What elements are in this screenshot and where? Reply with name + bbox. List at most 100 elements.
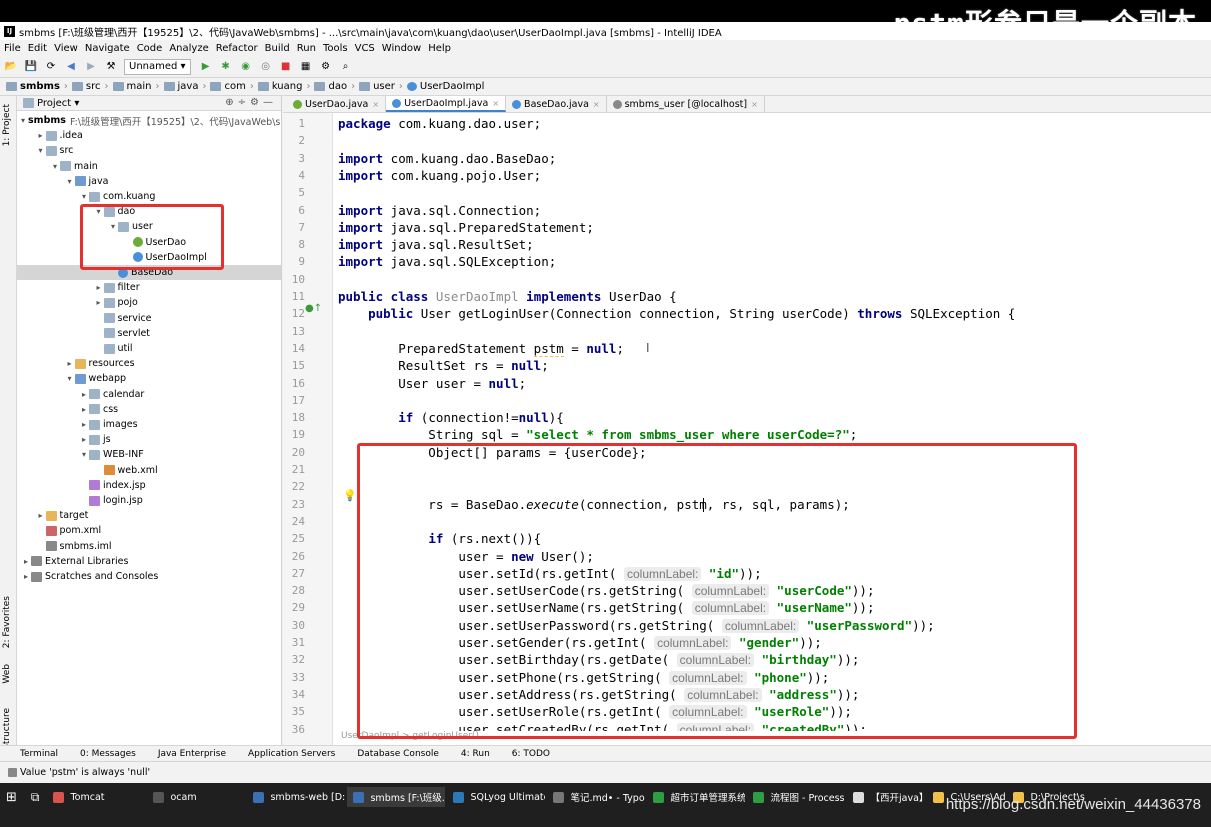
menu-item-file[interactable]: File [4, 43, 21, 54]
run-config-select[interactable]: Unnamed ▾ [124, 58, 191, 75]
code-line[interactable]: import java.sql.ResultSet; [338, 236, 534, 253]
breadcrumb-item[interactable]: user › [359, 81, 403, 92]
close-icon[interactable]: × [593, 100, 600, 109]
close-icon[interactable]: × [751, 100, 758, 109]
expand-arrow-icon[interactable]: ▸ [79, 390, 89, 399]
code-line[interactable]: import com.kuang.pojo.User; [338, 167, 541, 184]
tree-item-smbms-iml[interactable]: smbms.iml [17, 539, 281, 554]
tool-window-database-console[interactable]: Database Console [357, 749, 439, 759]
code-line[interactable]: import java.sql.SQLException; [338, 253, 556, 270]
editor-tab[interactable]: smbms_user [@localhost] × [607, 96, 765, 112]
profile-icon[interactable]: ◎ [259, 60, 273, 74]
expand-arrow-icon[interactable]: ▾ [79, 450, 89, 459]
save-icon[interactable]: 💾 [24, 60, 38, 74]
tool-window-project[interactable]: 1: Project [2, 104, 12, 146]
tree-item-web-xml[interactable]: web.xml [17, 463, 281, 478]
taskbar-item[interactable]: smbms [F:\班级... [347, 787, 446, 807]
taskbar-item[interactable]: 流程图 - Process... [747, 787, 845, 807]
editor-tab[interactable]: UserDao.java × [287, 96, 387, 112]
project-panel-title[interactable]: Project [37, 98, 71, 109]
tree-item-src[interactable]: ▾ src [17, 143, 281, 158]
code-line[interactable]: public class UserDaoImpl implements User… [338, 288, 677, 305]
code-line[interactable]: ResultSet rs = null; [338, 357, 549, 374]
breadcrumb-item[interactable]: src › [71, 81, 109, 92]
taskbar-item[interactable]: 【西开java】 19525 [847, 787, 925, 807]
expand-arrow-icon[interactable]: ▸ [79, 420, 89, 429]
tool-window-terminal[interactable]: Terminal [20, 749, 58, 759]
tool-window-0-messages[interactable]: 0: Messages [80, 749, 136, 759]
menu-item-refactor[interactable]: Refactor [216, 43, 258, 54]
breadcrumb-item[interactable]: kuang › [257, 81, 310, 92]
tree-item-webapp[interactable]: ▾ webapp [17, 371, 281, 386]
stop-icon[interactable]: ■ [279, 60, 293, 74]
menu-item-vcs[interactable]: VCS [355, 43, 375, 54]
menu-item-view[interactable]: View [54, 43, 78, 54]
expand-arrow-icon[interactable]: ▸ [94, 283, 104, 292]
code-line[interactable]: if (connection!=null){ [338, 409, 564, 426]
breadcrumb-item[interactable]: main › [112, 81, 160, 92]
expand-arrow-icon[interactable]: ▾ [50, 162, 60, 171]
code-line[interactable]: User user = null; [338, 375, 526, 392]
tree-item-index-jsp[interactable]: index.jsp [17, 478, 281, 493]
open-icon[interactable]: 📂 [4, 60, 18, 74]
taskbar-item[interactable]: ocam [147, 787, 245, 807]
expand-arrow-icon[interactable]: ▾ [21, 116, 25, 125]
taskbar-item[interactable]: 超市订单管理系统... [647, 787, 745, 807]
tree-item-service[interactable]: service [17, 311, 281, 326]
code-line[interactable]: String sql = "select * from smbms_user w… [338, 426, 857, 443]
tree-item-js[interactable]: ▸ js [17, 432, 281, 447]
code-line[interactable]: package com.kuang.dao.user; [338, 115, 541, 132]
menu-item-navigate[interactable]: Navigate [85, 43, 130, 54]
back-icon[interactable]: ◀ [64, 60, 78, 74]
menu-item-code[interactable]: Code [137, 43, 163, 54]
expand-arrow-icon[interactable]: ▸ [65, 359, 75, 368]
taskbar-item[interactable]: Tomcat [47, 787, 145, 807]
code-line[interactable]: import java.sql.PreparedStatement; [338, 219, 594, 236]
code-line[interactable]: import java.sql.Connection; [338, 202, 541, 219]
tree-item-java[interactable]: ▾ java [17, 174, 281, 189]
implements-marker-icon[interactable]: ●↑ [305, 303, 322, 314]
tree-item-resources[interactable]: ▸ resources [17, 356, 281, 371]
tree-item-calendar[interactable]: ▸ calendar [17, 387, 281, 402]
expand-arrow-icon[interactable]: ▸ [21, 572, 31, 581]
editor-tab[interactable]: UserDaoImpl.java × [386, 96, 507, 112]
breadcrumb-item[interactable]: smbms › [6, 81, 68, 92]
taskbar-item[interactable]: smbms-web [D:\... [247, 787, 345, 807]
tree-item--idea[interactable]: ▸ .idea [17, 128, 281, 143]
tree-item-pojo[interactable]: ▸ pojo [17, 295, 281, 310]
tool-window-application-servers[interactable]: Application Servers [248, 749, 335, 759]
tree-item-css[interactable]: ▸ css [17, 402, 281, 417]
search-icon[interactable]: ⌕ [339, 60, 353, 74]
tree-item-web-inf[interactable]: ▾ WEB-INF [17, 447, 281, 462]
code-line[interactable]: import com.kuang.dao.BaseDao; [338, 150, 556, 167]
expand-arrow-icon[interactable]: ▾ [65, 374, 75, 383]
tree-item-main[interactable]: ▾ main [17, 159, 281, 174]
breadcrumb-item[interactable]: com › [210, 81, 254, 92]
menu-item-help[interactable]: Help [428, 43, 451, 54]
panel-actions-icon[interactable]: ⊕÷⚙— [225, 97, 277, 108]
tool-window-6-todo[interactable]: 6: TODO [512, 749, 550, 759]
task-view-icon[interactable]: ⧉ [25, 787, 46, 807]
build-icon[interactable]: ⚒ [104, 60, 118, 74]
menu-item-build[interactable]: Build [265, 43, 290, 54]
tree-item-smbms[interactable]: ▾ smbms F:\班级管理\西开【19525】\2、代码\JavaWeb\sm [17, 113, 281, 128]
run-icon[interactable]: ▶ [199, 60, 213, 74]
expand-arrow-icon[interactable]: ▸ [79, 405, 89, 414]
taskbar-item[interactable]: 笔记.md• - Typora [547, 787, 645, 807]
close-icon[interactable]: × [492, 99, 499, 108]
tree-item-com-kuang[interactable]: ▾ com.kuang [17, 189, 281, 204]
taskbar-item[interactable]: SQLyog Ultimate... [447, 787, 545, 807]
expand-arrow-icon[interactable]: ▾ [65, 177, 75, 186]
expand-arrow-icon[interactable]: ▸ [36, 131, 46, 140]
tree-item-pom-xml[interactable]: pom.xml [17, 523, 281, 538]
project-structure-icon[interactable]: ▦ [299, 60, 313, 74]
tool-window-favorites[interactable]: 2: Favorites [2, 596, 12, 648]
tool-window-web[interactable]: Web [2, 664, 12, 684]
tree-item-servlet[interactable]: servlet [17, 326, 281, 341]
debug-icon[interactable]: ✱ [219, 60, 233, 74]
tree-item-util[interactable]: util [17, 341, 281, 356]
expand-arrow-icon[interactable]: ▸ [79, 435, 89, 444]
expand-arrow-icon[interactable]: ▸ [94, 298, 104, 307]
tool-window-java-enterprise[interactable]: Java Enterprise [158, 749, 226, 759]
start-icon[interactable]: ⊞ [0, 787, 23, 807]
